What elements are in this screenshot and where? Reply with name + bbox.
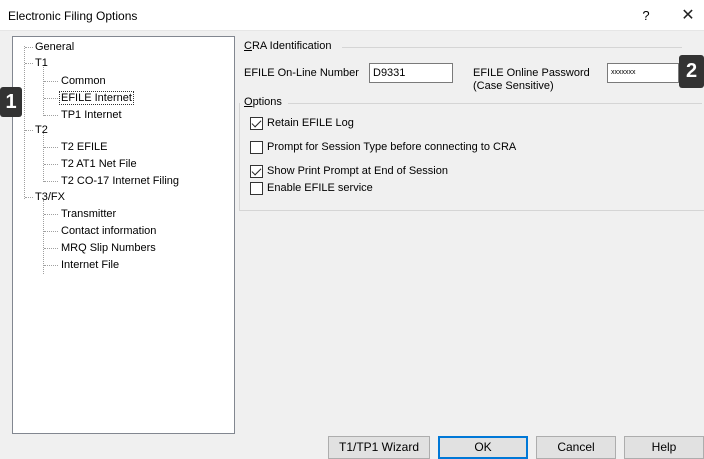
tree-connector — [43, 200, 44, 274]
help-icon[interactable]: ? — [636, 6, 656, 26]
tree-item-label: T2 — [35, 124, 48, 136]
tree-connector — [24, 46, 25, 199]
checkbox-box[interactable] — [250, 116, 263, 130]
tree-item-general[interactable]: General — [33, 41, 76, 54]
tree-item-label: T1 — [35, 57, 48, 69]
access-key-letter: C — [244, 40, 252, 52]
online-number-input[interactable]: D9331 — [369, 63, 453, 83]
tree-connector — [25, 197, 33, 198]
ok-button[interactable]: OK — [438, 436, 528, 459]
group-border — [239, 103, 240, 210]
online-number-label: EFILE On-Line Number — [244, 67, 359, 79]
checkbox-box[interactable] — [250, 181, 263, 195]
group-divider — [288, 103, 702, 104]
access-key-letter: O — [244, 96, 253, 108]
checkbox-label: Prompt for Session Type before connectin… — [267, 141, 517, 153]
tree-item-label: EFILE Internet — [59, 91, 134, 105]
tree-connector — [43, 67, 44, 116]
checkbox-label: Enable EFILE service — [267, 182, 373, 194]
tree-connector — [44, 231, 58, 232]
cancel-button[interactable]: Cancel — [536, 436, 616, 459]
tree-connector — [44, 265, 58, 266]
cra-group-label: CRA Identification — [244, 40, 331, 52]
checkbox-label: Show Print Prompt at End of Session — [267, 165, 448, 177]
checkbox-box[interactable] — [250, 164, 263, 178]
group-label-text: RA Identification — [251, 40, 332, 52]
tree-item-mrq-slip-numbers[interactable]: MRQ Slip Numbers — [59, 242, 158, 255]
tree-item-t2[interactable]: T2 — [33, 124, 50, 137]
show-print-prompt-checkbox[interactable]: Show Print Prompt at End of Session — [250, 164, 448, 178]
tree-item-label: General — [35, 41, 75, 53]
window-title: Electronic Filing Options — [8, 9, 138, 23]
tree-item-contact-information[interactable]: Contact information — [59, 225, 158, 238]
tree-item-label: Common — [61, 75, 106, 87]
prompt-session-type-checkbox[interactable]: Prompt for Session Type before connectin… — [250, 140, 516, 154]
t1-tp1-wizard-button[interactable]: T1/TP1 Wizard — [328, 436, 430, 459]
tree-item-t3fx[interactable]: T3/FX — [33, 191, 67, 204]
retain-efile-log-checkbox[interactable]: Retain EFILE Log — [250, 116, 354, 130]
enable-efile-service-checkbox[interactable]: Enable EFILE service — [250, 181, 373, 195]
tree-connector — [25, 47, 33, 48]
group-label-text: ptions — [252, 96, 282, 108]
tree-item-label: T3/FX — [35, 191, 65, 203]
options-tree[interactable]: General T1 Common EFILE Internet TP1 Int… — [12, 36, 235, 434]
tree-item-label: T2 CO-17 Internet Filing — [61, 175, 179, 187]
callout-badge-1: 1 — [0, 87, 22, 117]
tree-connector — [44, 214, 58, 215]
tree-item-tp1-internet[interactable]: TP1 Internet — [59, 109, 124, 122]
tree-connector — [25, 63, 33, 64]
options-group-label: Options — [244, 96, 282, 108]
tree-item-t2-co17-internet-filing[interactable]: T2 CO-17 Internet Filing — [59, 175, 181, 188]
tree-item-internet-file[interactable]: Internet File — [59, 259, 121, 272]
tree-item-label: MRQ Slip Numbers — [61, 242, 156, 254]
checkbox-box[interactable] — [250, 140, 263, 154]
tree-item-t2-efile[interactable]: T2 EFILE — [59, 141, 109, 154]
tree-connector — [25, 130, 33, 131]
tree-connector — [44, 248, 58, 249]
tree-connector — [44, 164, 58, 165]
tree-item-label: Transmitter — [61, 208, 117, 220]
tree-connector — [44, 81, 58, 82]
tree-connector — [44, 98, 58, 99]
tree-connector — [44, 181, 58, 182]
callout-badge-2: 2 — [679, 55, 704, 88]
tree-connector — [44, 115, 58, 116]
checkbox-label: Retain EFILE Log — [267, 117, 354, 129]
tree-item-label: Contact information — [61, 225, 157, 237]
password-label: EFILE Online Password — [473, 67, 590, 79]
tree-item-efile-internet[interactable]: EFILE Internet — [59, 91, 134, 105]
tree-item-label: T2 AT1 Net File — [61, 158, 137, 170]
close-icon[interactable]: ✕ — [676, 5, 700, 27]
tree-item-t2-at1-net-file[interactable]: T2 AT1 Net File — [59, 158, 139, 171]
password-label-hint: (Case Sensitive) — [473, 80, 554, 92]
tree-item-label: T2 EFILE — [61, 141, 108, 153]
tree-connector — [44, 147, 58, 148]
title-bar: Electronic Filing Options ? ✕ — [0, 0, 704, 31]
tree-item-label: TP1 Internet — [61, 109, 122, 121]
tree-item-transmitter[interactable]: Transmitter — [59, 208, 118, 221]
help-button[interactable]: Help — [624, 436, 704, 459]
tree-item-t1[interactable]: T1 — [33, 57, 50, 70]
tree-item-common[interactable]: Common — [59, 75, 108, 88]
password-input[interactable]: xxxxxxx — [607, 63, 679, 83]
tree-connector — [43, 133, 44, 182]
group-divider — [342, 47, 682, 48]
group-border — [239, 210, 704, 211]
tree-item-label: Internet File — [61, 259, 120, 271]
